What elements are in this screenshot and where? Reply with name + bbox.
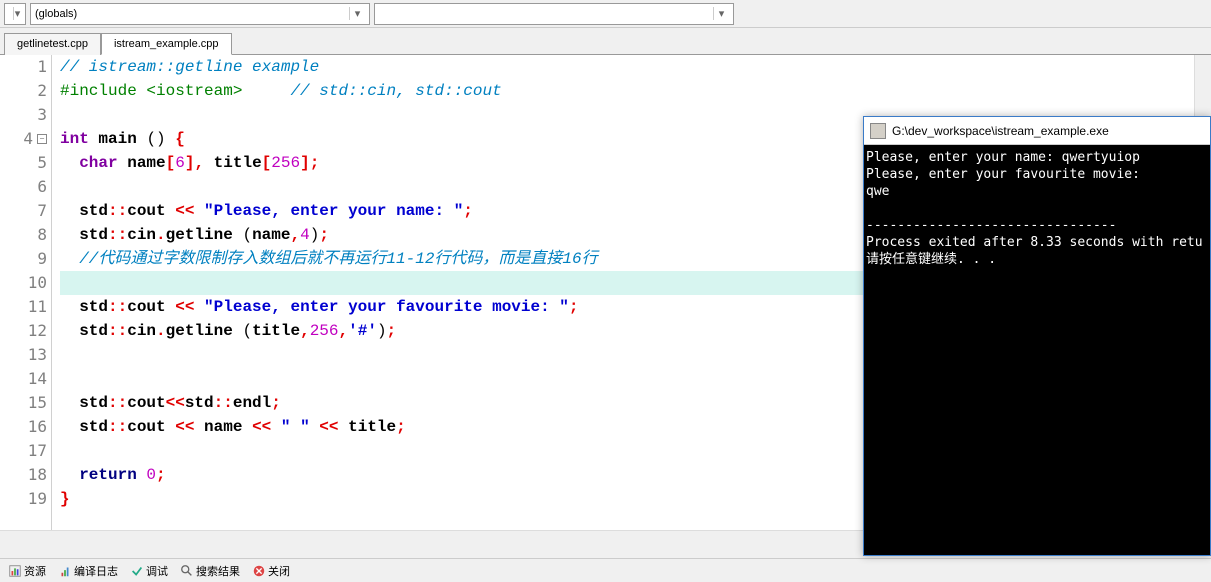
console-titlebar[interactable]: G:\dev_workspace\istream_example.exe: [864, 117, 1210, 145]
line-number: 10: [0, 271, 47, 295]
code-line[interactable]: // istream::getline example: [60, 55, 1211, 79]
chevron-down-icon: ▾: [349, 7, 365, 20]
chevron-down-icon: ▾: [13, 7, 21, 20]
line-number: 5: [0, 151, 47, 175]
console-window[interactable]: G:\dev_workspace\istream_example.exe Ple…: [863, 116, 1211, 556]
line-number: 18: [0, 463, 47, 487]
line-number-gutter: 1234−5678910111213141516171819: [0, 55, 52, 547]
line-number: 16: [0, 415, 47, 439]
line-number: 15: [0, 391, 47, 415]
line-number: 4−: [0, 127, 47, 151]
bottom-item-label: 搜索结果: [196, 563, 240, 579]
bottom-item-label: 资源: [24, 563, 46, 579]
bottom-item-debug[interactable]: 调试: [126, 561, 172, 581]
toolbar-combo-small[interactable]: ▾: [4, 3, 26, 25]
tab-label: getlinetest.cpp: [17, 38, 88, 50]
line-number: 13: [0, 343, 47, 367]
line-number: 8: [0, 223, 47, 247]
fold-toggle-icon[interactable]: −: [37, 134, 47, 144]
report-icon: [8, 564, 22, 578]
scope-dropdown-value: (globals): [35, 8, 77, 20]
line-number: 7: [0, 199, 47, 223]
line-number: 6: [0, 175, 47, 199]
console-output: Please, enter your name: qwertyuiop Plea…: [864, 145, 1210, 272]
bottom-item-resources[interactable]: 资源: [4, 561, 50, 581]
bottom-item-label: 关闭: [268, 563, 290, 579]
line-number: 2: [0, 79, 47, 103]
app-icon: [870, 123, 886, 139]
code-line[interactable]: #include <iostream> // std::cin, std::co…: [60, 79, 1211, 103]
scope-dropdown[interactable]: (globals) ▾: [30, 3, 370, 25]
bottom-item-label: 编译日志: [74, 563, 118, 579]
line-number: 14: [0, 367, 47, 391]
tab-label: istream_example.cpp: [114, 38, 219, 50]
log-icon: [58, 564, 72, 578]
tab-istream-example[interactable]: istream_example.cpp: [101, 33, 232, 55]
bottom-item-compile-log[interactable]: 编译日志: [54, 561, 122, 581]
line-number: 12: [0, 319, 47, 343]
line-number: 1: [0, 55, 47, 79]
editor-tabs: getlinetest.cpp istream_example.cpp: [0, 28, 1211, 55]
close-icon: [252, 564, 266, 578]
console-title-text: G:\dev_workspace\istream_example.exe: [892, 124, 1109, 138]
line-number: 17: [0, 439, 47, 463]
bottom-status-bar: 资源 编译日志 调试 搜索结果 关闭: [0, 558, 1211, 582]
tab-getlinetest[interactable]: getlinetest.cpp: [4, 33, 101, 55]
search-icon: [180, 564, 194, 578]
line-number: 3: [0, 103, 47, 127]
bottom-item-label: 调试: [146, 563, 168, 579]
line-number: 19: [0, 487, 47, 511]
symbol-dropdown[interactable]: ▾: [374, 3, 734, 25]
debug-icon: [130, 564, 144, 578]
line-number: 9: [0, 247, 47, 271]
chevron-down-icon: ▾: [713, 7, 729, 20]
bottom-item-search-results[interactable]: 搜索结果: [176, 561, 244, 581]
bottom-item-close[interactable]: 关闭: [248, 561, 294, 581]
top-toolbar: ▾ (globals) ▾ ▾: [0, 0, 1211, 28]
line-number: 11: [0, 295, 47, 319]
